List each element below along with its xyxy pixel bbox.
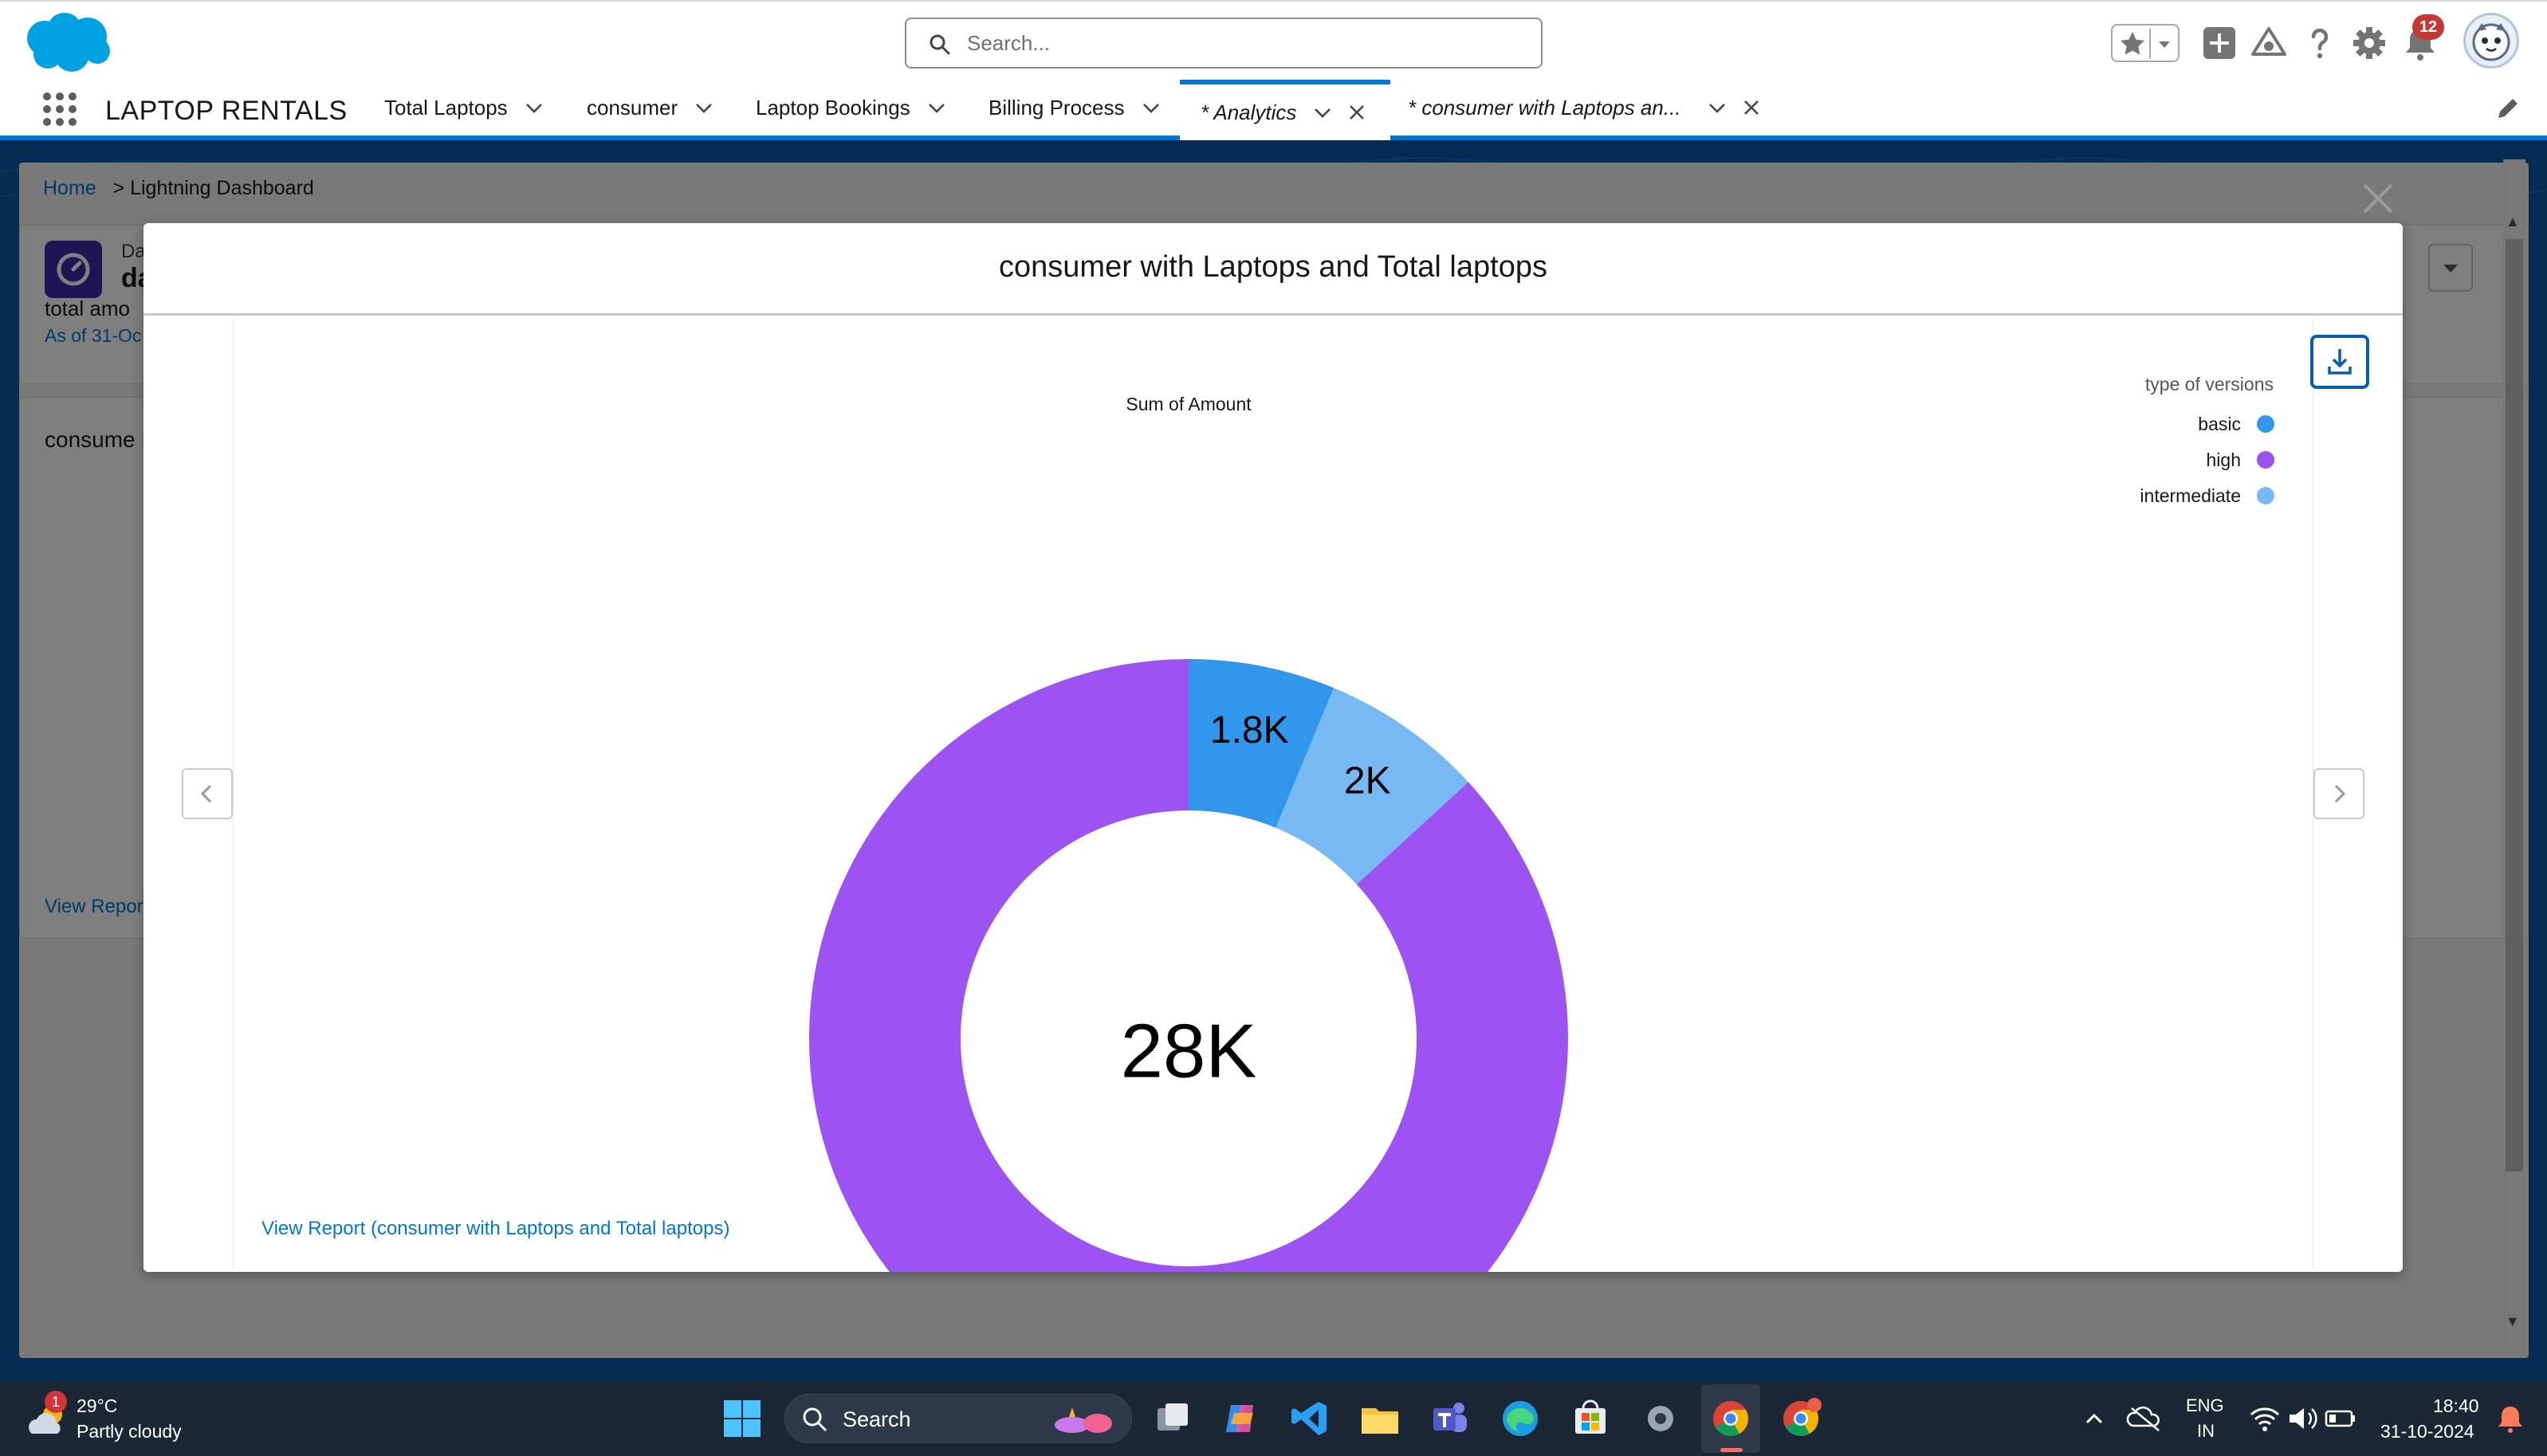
close-tab-icon[interactable] [1742,98,1761,117]
legend-swatch-basic[interactable] [2257,415,2274,433]
wifi-icon[interactable] [2243,1397,2286,1440]
download-button[interactable] [2310,335,2369,389]
chevron-down-icon[interactable] [926,97,947,118]
app-name: LAPTOP RENTALS [105,96,348,126]
taskbar-search-label: Search [843,1407,911,1431]
next-chart-button[interactable] [2313,768,2364,819]
battery-icon[interactable] [2320,1397,2363,1440]
onedrive-offline-icon[interactable] [2124,1397,2167,1440]
favorites-divider [2149,29,2151,59]
chevron-down-icon[interactable] [694,97,714,118]
tab-laptop-bookings[interactable]: Laptop Bookings [756,80,947,135]
weather-temperature: 29°C [77,1395,118,1416]
search-icon [930,34,950,55]
legend-title: type of versions [2145,374,2274,394]
salesforce-logo[interactable] [21,11,115,75]
close-modal-icon[interactable] [2358,179,2398,218]
microsoft-store-icon[interactable] [1569,1397,1612,1440]
chevron-down-icon[interactable] [524,97,544,118]
file-explorer-icon[interactable] [1358,1397,1401,1440]
input-region[interactable]: IN [2197,1421,2215,1442]
windows-start-icon[interactable] [721,1397,764,1440]
teams-icon[interactable] [1429,1397,1472,1440]
global-actions-icon[interactable] [2199,22,2240,64]
chevron-right-icon [2334,784,2346,803]
tab-label: Total Laptops [384,95,508,120]
clock-date[interactable]: 31-10-2024 [2380,1421,2474,1442]
input-language[interactable]: ENG [2186,1395,2224,1416]
weather-alert-badge: 1 [45,1391,67,1413]
taskbar-search[interactable]: Search [784,1394,1132,1443]
chart-title: Sum of Amount [1126,394,1252,414]
notification-center-icon[interactable] [2489,1397,2532,1440]
global-search[interactable] [905,18,1543,69]
app-navigation-bar: LAPTOP RENTALS Total Laptops consumer La… [0,80,2547,140]
download-icon [2328,349,2352,375]
gear-icon[interactable] [2349,22,2390,64]
windows-taskbar: 1 29°C Partly cloudy Search ENG IN 18:40… [0,1381,2547,1456]
edge-browser-icon[interactable] [1499,1397,1542,1440]
close-tab-icon[interactable] [1347,103,1366,122]
chrome-browser-icon[interactable] [1709,1397,1752,1440]
favorites-button[interactable] [2111,24,2179,62]
chevron-left-icon [200,784,212,803]
chrome-browser-profile-icon[interactable] [1779,1397,1822,1440]
task-view-icon[interactable] [1151,1397,1194,1440]
chevron-down-icon[interactable] [1707,97,1727,118]
legend-swatch-intermediate[interactable] [2257,487,2274,504]
search-input[interactable] [967,27,1525,59]
copilot-icon[interactable] [1220,1397,1263,1440]
clock-time[interactable]: 18:40 [2433,1395,2479,1417]
tab-total-laptops[interactable]: Total Laptops [384,80,544,135]
donut-slice-high[interactable] [809,659,1568,1272]
star-icon [2121,32,2144,55]
search-icon [803,1407,827,1432]
tab-label: Laptop Bookings [756,95,910,120]
legend-label-high[interactable]: high [2207,449,2241,470]
weather-description: Partly cloudy [77,1421,182,1442]
tab-consumer-with-laptops[interactable]: * consumer with Laptops an... [1408,80,1761,135]
trailhead-icon[interactable] [2248,22,2290,64]
chevron-down-icon[interactable] [1312,102,1333,123]
app-launcher-icon[interactable] [41,91,78,128]
chevron-down-icon[interactable] [2152,29,2176,59]
notification-count-badge: 12 [2412,14,2444,40]
slice-label-basic: 1.8K [1210,709,1289,752]
tab-billing-process[interactable]: Billing Process [989,80,1161,135]
settings-gear-icon[interactable] [1639,1397,1682,1440]
global-header: 12 [0,0,2547,80]
help-icon[interactable] [2299,22,2341,64]
view-report-link[interactable]: View Report (consumer with Laptops and T… [261,1218,729,1240]
astro-avatar-icon [2472,23,2510,61]
previous-chart-button[interactable] [182,768,233,819]
tab-consumer[interactable]: consumer [587,80,714,135]
tab-label: * consumer with Laptops an... [1408,95,1681,120]
tab-label: Billing Process [989,95,1125,120]
tab-label: * Analytics [1201,100,1297,124]
volume-icon[interactable] [2282,1397,2325,1440]
active-app-indicator [1720,1448,1743,1452]
legend-label-basic[interactable]: basic [2198,414,2241,434]
tab-analytics[interactable]: * Analytics [1180,80,1390,140]
chart-center-total: 28K [1121,1008,1257,1093]
legend-label-intermediate[interactable]: intermediate [2140,485,2241,506]
donut-chart: Sum of Amount 1.8K2K25K 28K type of vers… [809,374,2274,1272]
chart-modal: consumer with Laptops and Total laptops … [143,223,2403,1272]
slice-label-intermediate: 2K [1344,759,1391,802]
show-hidden-icons-chevron-icon[interactable] [2073,1397,2116,1440]
tab-label: consumer [587,95,678,120]
pencil-icon[interactable] [2494,96,2521,123]
vscode-icon[interactable] [1288,1397,1331,1440]
chevron-down-icon[interactable] [1141,97,1161,118]
legend-swatch-high[interactable] [2257,451,2274,469]
search-highlight-icon [1055,1407,1112,1433]
user-avatar[interactable] [2463,13,2519,69]
